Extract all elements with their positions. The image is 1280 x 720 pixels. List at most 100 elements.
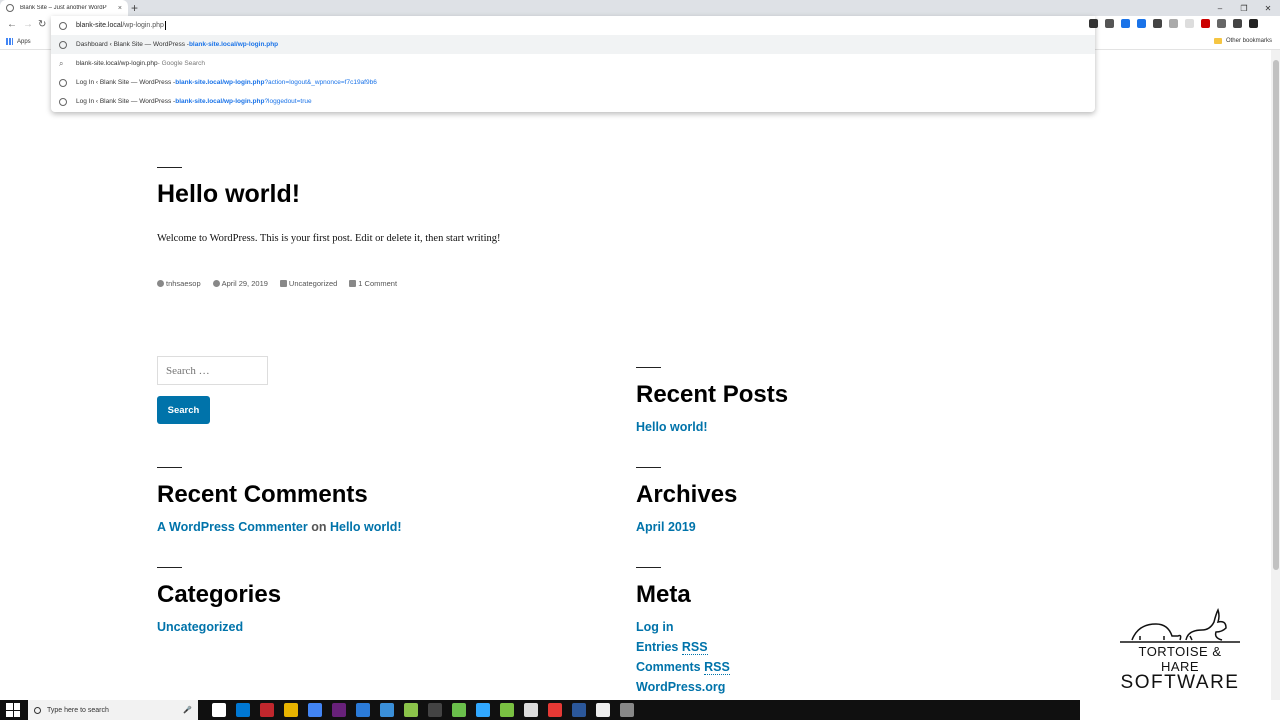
extension-icon[interactable] [1217, 19, 1226, 28]
recent-comment-item: A WordPress Commenter on Hello world! [157, 520, 402, 534]
address-bar[interactable]: blank-site.local/wp-login.php [51, 16, 1095, 35]
taskbar-app-icon[interactable] [308, 703, 322, 717]
taskbar-app-icon[interactable] [428, 703, 442, 717]
post-content: Welcome to WordPress. This is your first… [157, 233, 501, 244]
comment-on-text: on [311, 520, 327, 534]
taskbar-app-icon[interactable] [476, 703, 490, 717]
post-separator [157, 167, 182, 168]
extension-icon[interactable] [1169, 19, 1178, 28]
extension-icon[interactable] [1137, 19, 1146, 28]
taskbar-search-box[interactable]: Type here to search 🎤 [28, 700, 198, 720]
taskbar-app-icon[interactable] [572, 703, 586, 717]
taskbar-app-icon[interactable] [620, 703, 634, 717]
logo-line1: TORTOISE & HARE [1138, 644, 1222, 674]
recent-post-link[interactable]: Hello world! [636, 420, 708, 434]
search-icon: ⌕ [59, 58, 64, 68]
taskbar-app-icon[interactable] [332, 703, 346, 717]
taskbar-app-icon[interactable] [380, 703, 394, 717]
taskbar-apps [212, 703, 634, 717]
widget-separator [636, 367, 661, 368]
close-window-button[interactable]: ✕ [1256, 0, 1280, 16]
taskbar-app-icon[interactable] [524, 703, 538, 717]
taskbar-app-icon[interactable] [500, 703, 514, 717]
logo-line2: SOFTWARE [1120, 672, 1240, 693]
tortoise-hare-illustration-icon [1120, 608, 1240, 643]
bookmark-other[interactable]: Other bookmarks [1213, 38, 1272, 44]
taskbar-app-icon[interactable] [212, 703, 226, 717]
post-date-link[interactable]: April 29, 2019 [222, 279, 268, 288]
clock-icon [212, 280, 220, 287]
taskbar-app-icon[interactable] [236, 703, 250, 717]
forward-arrow-icon[interactable]: → [23, 19, 33, 31]
bookmark-apps[interactable]: Apps [6, 38, 31, 45]
reload-icon[interactable]: ↻ [38, 19, 46, 31]
meta-title: Meta [636, 581, 691, 608]
search-input[interactable] [157, 356, 268, 385]
folder-icon [1213, 38, 1222, 44]
suggestion-item[interactable]: ⌕ blank-site.local/wp-login.php - Google… [51, 54, 1095, 73]
extension-icon[interactable] [1185, 19, 1194, 28]
taskbar-app-icon[interactable] [284, 703, 298, 717]
post-category-link[interactable]: Uncategorized [289, 279, 337, 288]
tab-title: Blank Site – Just another WordP [20, 5, 107, 11]
globe-icon [59, 97, 67, 106]
archive-link[interactable]: April 2019 [636, 520, 696, 534]
meta-login-link[interactable]: Log in [636, 620, 674, 634]
extension-icon[interactable] [1249, 19, 1258, 28]
taskbar-app-icon[interactable] [596, 703, 610, 717]
category-link[interactable]: Uncategorized [157, 620, 243, 634]
taskbar-app-icon[interactable] [260, 703, 274, 717]
commenter-link[interactable]: A WordPress Commenter [157, 520, 308, 534]
folder-icon [279, 280, 287, 287]
meta-wordpress-link[interactable]: WordPress.org [636, 680, 725, 694]
suggestion-item[interactable]: Dashboard ‹ Blank Site — WordPress - bla… [51, 35, 1095, 54]
taskbar-app-icon[interactable] [548, 703, 562, 717]
window-controls: – ❐ ✕ [1208, 0, 1280, 16]
tortoise-hare-logo: TORTOISE & HARE SOFTWARE [1118, 606, 1242, 692]
scrollbar-thumb[interactable] [1273, 60, 1279, 570]
categories-title: Categories [157, 581, 282, 608]
taskbar-app-icon[interactable] [356, 703, 370, 717]
windows-taskbar: Type here to search 🎤 [0, 700, 1080, 720]
restore-button[interactable]: ❐ [1232, 0, 1256, 16]
post-title[interactable]: Hello world! [157, 180, 300, 209]
meta-entries-rss-link[interactable]: Entries RSS [636, 640, 708, 655]
search-button[interactable]: Search [157, 396, 210, 424]
address-autocomplete-text: /wp-login.php [122, 22, 164, 29]
extension-icon[interactable] [1233, 19, 1242, 28]
minimize-button[interactable]: – [1208, 0, 1232, 16]
omnibox-dropdown: blank-site.local/wp-login.php Dashboard … [51, 16, 1095, 112]
extension-icons [1089, 19, 1258, 28]
address-typed-text: blank-site.local [76, 22, 123, 29]
taskbar-app-icon[interactable] [452, 703, 466, 717]
microphone-icon[interactable]: 🎤 [183, 706, 192, 714]
extension-icon[interactable] [1121, 19, 1130, 28]
taskbar-app-icon[interactable] [404, 703, 418, 717]
suggestion-item[interactable]: Log In ‹ Blank Site — WordPress - blank-… [51, 92, 1095, 111]
comment-icon [349, 280, 357, 287]
author-icon [157, 280, 164, 287]
tab-close-icon[interactable]: × [118, 5, 122, 12]
globe-icon [59, 40, 67, 49]
windows-start-icon[interactable] [6, 703, 20, 717]
widget-separator [157, 467, 182, 468]
widget-separator [636, 467, 661, 468]
extension-icon[interactable] [1089, 19, 1098, 28]
suggestion-item[interactable]: Log In ‹ Blank Site — WordPress - blank-… [51, 73, 1095, 92]
extension-icon[interactable] [1201, 19, 1210, 28]
taskbar-search-placeholder: Type here to search [47, 706, 109, 714]
page-scrollbar[interactable] [1271, 50, 1280, 700]
post-author-link[interactable]: tnhsaesop [166, 279, 201, 288]
site-info-icon[interactable] [59, 21, 67, 30]
browser-tab[interactable]: Blank Site – Just another WordP × [0, 0, 128, 16]
post-comments-link[interactable]: 1 Comment [358, 279, 397, 288]
comment-post-link[interactable]: Hello world! [330, 520, 402, 534]
recent-posts-title: Recent Posts [636, 381, 789, 408]
extension-icon[interactable] [1153, 19, 1162, 28]
extension-icon[interactable] [1105, 19, 1114, 28]
text-caret [164, 21, 166, 30]
new-tab-button[interactable]: + [131, 1, 138, 15]
search-icon [34, 706, 41, 714]
back-arrow-icon[interactable]: ← [7, 19, 17, 31]
meta-comments-rss-link[interactable]: Comments RSS [636, 660, 730, 675]
